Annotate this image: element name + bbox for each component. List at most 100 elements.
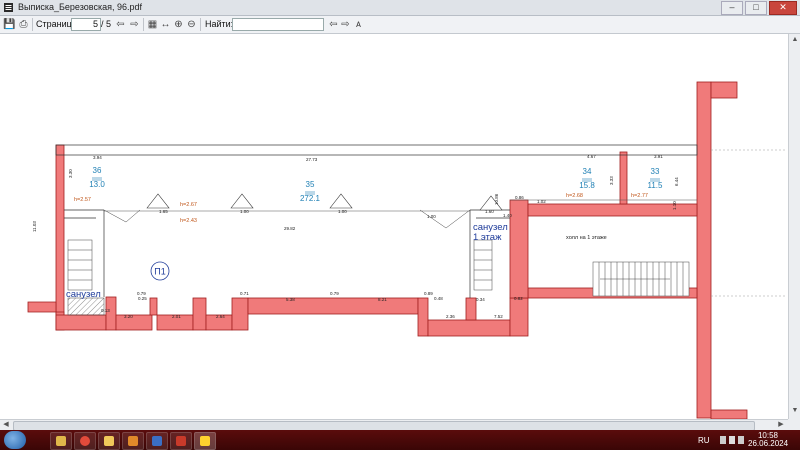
dim-label: 1.40 [503,213,512,218]
dim-label: 27.73 [306,157,318,162]
taskbar-app-media[interactable] [122,432,144,450]
print-icon[interactable]: ⎙ [17,18,30,30]
save-icon[interactable]: 💾 [3,18,16,30]
room-34-area: 15.8 [579,181,595,190]
height-label: h=2.43 [180,218,197,224]
stair-right [473,239,493,291]
dim-label: 1.10 [672,201,677,210]
room-35-area: 272.1 [300,194,321,203]
vertical-scrollbar[interactable]: ▲ ▼ [788,34,800,419]
window-titlebar: Выписка_Березовская, 96.pdf – □ ✕ [0,0,800,16]
clock-date: 26.06.2024 [748,439,789,448]
room-33-area: 11.5 [648,181,664,190]
dim-label: 2.64 [216,314,225,319]
taskbar-app-viewer[interactable] [170,432,192,450]
page-number-input[interactable]: 5 [71,18,101,31]
dim-label: 3.91 [654,154,663,159]
hall-label: холл на 1 этаже [566,235,607,241]
page-total: / 5 [101,19,112,29]
wall-segment [710,409,748,420]
dim-label: 11.03 [32,221,37,232]
maximize-button[interactable]: □ [745,1,767,15]
taskbar-app-explorer[interactable] [50,432,72,450]
next-page-icon[interactable]: ⇨ [128,18,141,30]
room-33-num: 33 [651,167,660,176]
find-label: Найти: [205,19,234,29]
scroll-right-icon[interactable]: ▶ [776,420,786,430]
dim-label: 1.00 [427,214,436,219]
dim-label: 0.89 [424,291,433,296]
scroll-down-icon[interactable]: ▼ [790,406,800,416]
height-label: h=2.57 [74,197,91,203]
wall-segment [696,81,712,419]
dim-label: 3.33 [609,176,614,185]
dim-label: 4.67 [587,154,596,159]
system-clock[interactable]: 10:58 26.06.2024 [748,432,788,448]
wall-segment [149,297,158,316]
dim-label: 1.60 [485,209,494,214]
wall-segment [465,297,477,321]
start-button[interactable] [4,431,26,449]
dim-label: 10.86 [494,193,499,205]
column-marker [230,193,254,209]
column-marker [329,193,353,209]
dim-label: 0.79 [330,291,339,296]
dim-label: 8.21 [378,297,387,302]
zoom-out-icon[interactable]: ⊖ [185,18,198,30]
viewer-toolbar: 💾 ⎙ Страница: 5 / 5 ⇦ ⇨ ▦ ↔ ⊕ ⊖ Найти: ⇦… [0,16,800,34]
taskbar-app-pdf-active[interactable] [194,432,216,450]
sanuzel-right-floor: 1 этаж [473,232,502,243]
dim-label: 1.65 [159,209,168,214]
find-input[interactable] [232,18,324,31]
room-36-area: 13.0 [89,180,105,189]
close-button[interactable]: ✕ [769,1,797,15]
wall-segment [231,297,249,331]
tray-icons[interactable] [720,435,744,445]
room-35-num: 35 [306,180,315,189]
find-next-icon[interactable]: ⇨ [339,18,352,30]
wall-segment [115,314,153,331]
dim-label: 2.36 [446,314,455,319]
wall-segment [192,297,207,331]
wall-segment [247,297,419,315]
taskbar-app-chrome[interactable] [74,432,96,450]
room-34-num: 34 [583,167,592,176]
minimize-button[interactable]: – [721,1,743,15]
find-options-icon[interactable]: ᴀ [352,18,365,30]
dim-label: 5.38 [286,297,295,302]
wall-segment [55,144,65,331]
scroll-up-icon[interactable]: ▲ [790,35,800,45]
taskbar-app-folder[interactable] [98,432,120,450]
dim-label: 0.82 [514,296,523,301]
fit-page-icon[interactable]: ▦ [146,18,159,30]
dim-label: 1.00 [338,209,347,214]
wall-segment [509,199,529,299]
dim-label: 1.00 [240,209,249,214]
document-viewer[interactable]: 36 13.0 35 272.1 34 15.8 33 11.5 h=2.57 … [0,34,788,420]
window-title: Выписка_Березовская, 96.pdf [18,2,142,12]
app-icon [4,3,13,12]
scroll-corner [788,419,800,430]
outline [55,144,698,156]
language-indicator[interactable]: RU [698,436,710,445]
p1-marker-label: П1 [154,267,165,277]
hatched-area [67,297,105,316]
dim-label: 6.44 [674,177,679,186]
dim-label: 3.94 [93,155,102,160]
dim-label: 0.86 [515,195,524,200]
fit-width-icon[interactable]: ↔ [159,18,172,30]
room-36-num: 36 [93,166,102,175]
taskbar: RU 10:58 26.06.2024 [0,430,800,450]
wall-segment [509,297,529,337]
height-label: h=2.77 [631,193,648,199]
dim-label: 0.34 [476,297,485,302]
scroll-left-icon[interactable]: ◀ [1,420,11,430]
dim-label: 2.01 [172,314,181,319]
wall-segment [710,81,738,99]
zoom-in-icon[interactable]: ⊕ [172,18,185,30]
taskbar-app-word[interactable] [146,432,168,450]
dim-label: 3.20 [124,314,133,319]
dim-label: 0.71 [240,291,249,296]
height-label: h=2.67 [180,202,197,208]
prev-page-icon[interactable]: ⇦ [114,18,127,30]
